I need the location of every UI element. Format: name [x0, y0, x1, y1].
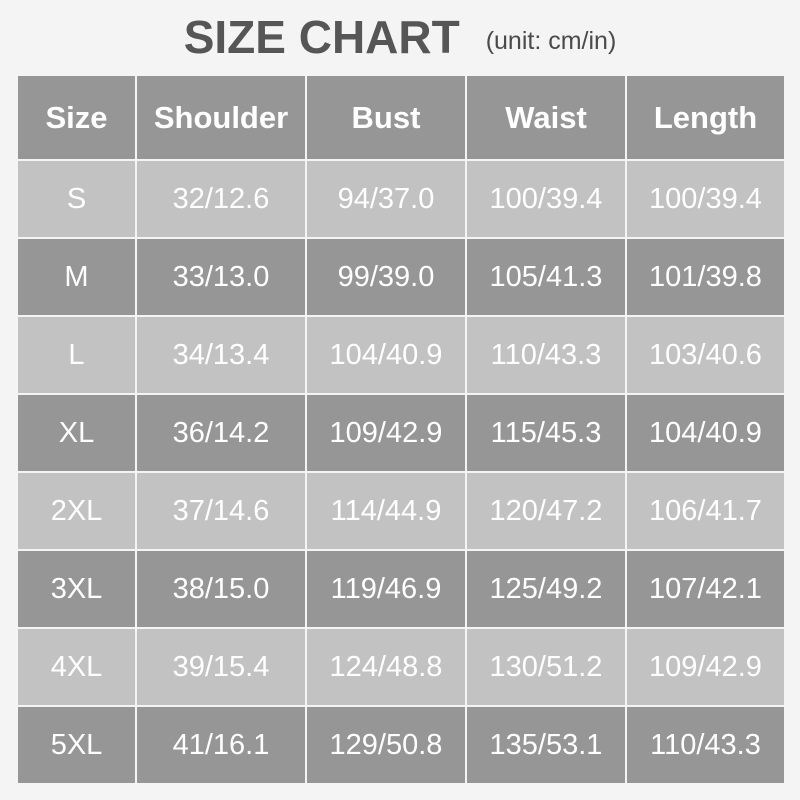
cell-size: 3XL [18, 551, 135, 627]
table-row: M 33/13.0 99/39.0 105/41.3 101/39.8 [18, 239, 784, 315]
table-row: 2XL 37/14.6 114/44.9 120/47.2 106/41.7 [18, 473, 784, 549]
cell-size: S [18, 161, 135, 237]
cell-size: 5XL [18, 707, 135, 783]
unit-note: (unit: cm/in) [485, 26, 617, 55]
cell-bust: 99/39.0 [307, 239, 465, 315]
size-chart-table: Size Shoulder Bust Waist Length S 32/12.… [16, 74, 786, 785]
cell-shoulder: 32/12.6 [137, 161, 305, 237]
cell-length: 107/42.1 [627, 551, 784, 627]
column-header-waist: Waist [467, 76, 625, 159]
size-chart-table-wrapper: Size Shoulder Bust Waist Length S 32/12.… [16, 74, 784, 783]
page-title: SIZE CHART [183, 11, 460, 63]
cell-size: L [18, 317, 135, 393]
cell-waist: 115/45.3 [467, 395, 625, 471]
cell-length: 101/39.8 [627, 239, 784, 315]
column-header-size: Size [18, 76, 135, 159]
cell-length: 104/40.9 [627, 395, 784, 471]
cell-length: 103/40.6 [627, 317, 784, 393]
cell-shoulder: 36/14.2 [137, 395, 305, 471]
cell-length: 109/42.9 [627, 629, 784, 705]
cell-shoulder: 34/13.4 [137, 317, 305, 393]
cell-waist: 120/47.2 [467, 473, 625, 549]
cell-shoulder: 41/16.1 [137, 707, 305, 783]
size-chart-page: SIZE CHART (unit: cm/in) Size Shoulder B… [0, 0, 800, 800]
cell-shoulder: 38/15.0 [137, 551, 305, 627]
title-block: SIZE CHART (unit: cm/in) [0, 0, 800, 74]
cell-bust: 114/44.9 [307, 473, 465, 549]
cell-bust: 119/46.9 [307, 551, 465, 627]
column-header-length: Length [627, 76, 784, 159]
column-header-shoulder: Shoulder [137, 76, 305, 159]
cell-length: 106/41.7 [627, 473, 784, 549]
cell-shoulder: 33/13.0 [137, 239, 305, 315]
table-row: XL 36/14.2 109/42.9 115/45.3 104/40.9 [18, 395, 784, 471]
table-row: 3XL 38/15.0 119/46.9 125/49.2 107/42.1 [18, 551, 784, 627]
table-body: S 32/12.6 94/37.0 100/39.4 100/39.4 M 33… [18, 161, 784, 783]
table-row: 5XL 41/16.1 129/50.8 135/53.1 110/43.3 [18, 707, 784, 783]
cell-waist: 105/41.3 [467, 239, 625, 315]
cell-size: 4XL [18, 629, 135, 705]
cell-waist: 125/49.2 [467, 551, 625, 627]
cell-waist: 110/43.3 [467, 317, 625, 393]
cell-waist: 130/51.2 [467, 629, 625, 705]
cell-length: 110/43.3 [627, 707, 784, 783]
table-row: 4XL 39/15.4 124/48.8 130/51.2 109/42.9 [18, 629, 784, 705]
cell-bust: 94/37.0 [307, 161, 465, 237]
cell-shoulder: 37/14.6 [137, 473, 305, 549]
table-row: L 34/13.4 104/40.9 110/43.3 103/40.6 [18, 317, 784, 393]
cell-waist: 135/53.1 [467, 707, 625, 783]
cell-length: 100/39.4 [627, 161, 784, 237]
cell-shoulder: 39/15.4 [137, 629, 305, 705]
cell-bust: 124/48.8 [307, 629, 465, 705]
cell-size: XL [18, 395, 135, 471]
table-header: Size Shoulder Bust Waist Length [18, 76, 784, 159]
cell-size: M [18, 239, 135, 315]
table-header-row: Size Shoulder Bust Waist Length [18, 76, 784, 159]
cell-waist: 100/39.4 [467, 161, 625, 237]
cell-bust: 104/40.9 [307, 317, 465, 393]
cell-bust: 109/42.9 [307, 395, 465, 471]
cell-size: 2XL [18, 473, 135, 549]
column-header-bust: Bust [307, 76, 465, 159]
table-row: S 32/12.6 94/37.0 100/39.4 100/39.4 [18, 161, 784, 237]
cell-bust: 129/50.8 [307, 707, 465, 783]
